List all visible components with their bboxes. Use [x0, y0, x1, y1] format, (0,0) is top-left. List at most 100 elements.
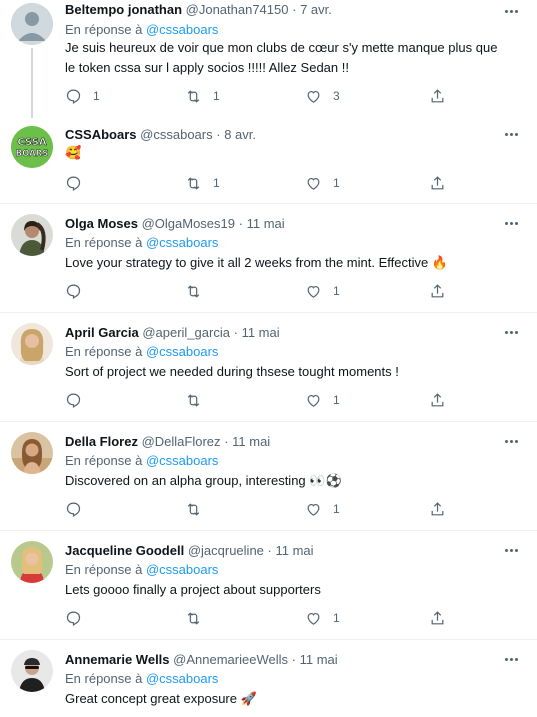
retweet-button[interactable]: [185, 282, 213, 300]
reply-icon: [66, 502, 81, 517]
like-count: 1: [333, 611, 340, 625]
reply-button[interactable]: 1: [65, 87, 100, 105]
retweet-button[interactable]: [185, 609, 213, 627]
separator-dot: ·: [233, 325, 238, 340]
retweet-count: 1: [213, 176, 220, 190]
display-name[interactable]: April Garcia: [65, 325, 139, 340]
like-button[interactable]: 1: [305, 609, 340, 627]
display-name[interactable]: Annemarie Wells: [65, 652, 170, 667]
tweet-text: 🥰: [65, 145, 82, 160]
tweet[interactable]: Della Florez @DellaFlorez · 11 mai En ré…: [0, 422, 537, 531]
timestamp[interactable]: 8 avr.: [224, 127, 256, 142]
timestamp[interactable]: 7 avr.: [300, 2, 332, 17]
more-options-icon[interactable]: [503, 215, 519, 231]
user-handle[interactable]: @Jonathan74150: [186, 2, 289, 17]
action-bar: 1: [65, 500, 455, 518]
tweet[interactable]: Olga Moses @OlgaMoses19 · 11 mai En répo…: [0, 204, 537, 313]
tweet[interactable]: Annemarie Wells @AnnemarieeWells · 11 ma…: [0, 640, 537, 717]
mention-link[interactable]: @cssaboars: [146, 562, 218, 577]
tweet[interactable]: Jacqueline Goodell @jacqrueline · 11 mai…: [0, 531, 537, 640]
more-options-icon[interactable]: [503, 126, 519, 142]
avatar[interactable]: [11, 3, 53, 45]
share-button[interactable]: [429, 174, 446, 192]
thread-line: [31, 48, 33, 118]
timestamp[interactable]: 11 mai: [300, 652, 338, 667]
timestamp[interactable]: 11 mai: [276, 543, 314, 558]
mention-link[interactable]: @cssaboars: [146, 344, 218, 359]
display-name[interactable]: Della Florez: [65, 434, 138, 449]
share-icon: [431, 283, 444, 297]
retweet-icon: [187, 284, 200, 298]
action-bar: 1 1 3: [65, 87, 455, 105]
like-count: 1: [333, 284, 340, 298]
tweet-header: Beltempo jonathan @Jonathan74150 · 7 avr…: [65, 2, 332, 18]
display-name[interactable]: Olga Moses: [65, 216, 138, 231]
reply-button[interactable]: [65, 500, 93, 518]
display-name[interactable]: Beltempo jonathan: [65, 2, 182, 17]
like-button[interactable]: 1: [305, 391, 340, 409]
more-options-icon[interactable]: [503, 542, 519, 558]
tweet[interactable]: CSSA BOARS CSSAboars @cssaboars · 8 avr.…: [0, 116, 537, 204]
reply-prefix: En réponse à: [65, 235, 143, 250]
like-button[interactable]: 1: [305, 500, 340, 518]
separator-dot: ·: [224, 434, 229, 449]
more-options-icon[interactable]: [503, 433, 519, 449]
avatar[interactable]: CSSA BOARS: [11, 126, 53, 168]
user-photo-icon: [11, 214, 53, 256]
user-photo-icon: [11, 650, 53, 692]
retweet-button[interactable]: [185, 391, 213, 409]
action-bar: 1: [65, 391, 455, 409]
share-button[interactable]: [429, 282, 446, 300]
more-options-icon[interactable]: [503, 3, 519, 19]
tweet-header: Jacqueline Goodell @jacqrueline · 11 mai: [65, 543, 314, 559]
share-button[interactable]: [429, 500, 446, 518]
avatar[interactable]: [11, 432, 53, 474]
retweet-button[interactable]: 1: [185, 174, 220, 192]
reply-prefix: En réponse à: [65, 671, 143, 686]
like-button[interactable]: 1: [305, 174, 340, 192]
like-button[interactable]: 1: [305, 282, 340, 300]
retweet-button[interactable]: 1: [185, 87, 220, 105]
share-icon: [431, 392, 444, 406]
tweet-header: Olga Moses @OlgaMoses19 · 11 mai: [65, 216, 285, 232]
avatar[interactable]: [11, 541, 53, 583]
timestamp[interactable]: 11 mai: [247, 216, 285, 231]
tweet[interactable]: April Garcia @aperil_garcia · 11 mai En …: [0, 313, 537, 422]
reply-button[interactable]: [65, 282, 93, 300]
heart-icon: [307, 503, 320, 516]
mention-link[interactable]: @cssaboars: [146, 235, 218, 250]
retweet-button[interactable]: [185, 500, 213, 518]
reply-button[interactable]: [65, 609, 93, 627]
avatar[interactable]: [11, 323, 53, 365]
display-name[interactable]: Jacqueline Goodell: [65, 543, 184, 558]
mention-link[interactable]: @cssaboars: [146, 453, 218, 468]
like-button[interactable]: 3: [305, 87, 340, 105]
user-handle[interactable]: @aperil_garcia: [142, 325, 230, 340]
more-options-icon[interactable]: [503, 324, 519, 340]
reply-button[interactable]: [65, 174, 93, 192]
user-handle[interactable]: @DellaFlorez: [142, 434, 221, 449]
tweet-text: Je suis heureux de voir que mon clubs de…: [65, 40, 498, 75]
share-button[interactable]: [429, 391, 446, 409]
user-handle[interactable]: @AnnemarieeWells: [173, 652, 288, 667]
mention-link[interactable]: @cssaboars: [146, 671, 218, 686]
reply-button[interactable]: [65, 391, 93, 409]
retweet-icon: [187, 89, 200, 103]
reply-icon: [66, 89, 81, 104]
display-name[interactable]: CSSAboars: [65, 127, 137, 142]
share-button[interactable]: [429, 87, 446, 105]
svg-text:CSSA: CSSA: [17, 137, 46, 148]
heart-icon: [307, 90, 320, 103]
tweet[interactable]: Beltempo jonathan @Jonathan74150 · 7 avr…: [0, 0, 537, 118]
avatar[interactable]: [11, 650, 53, 692]
timestamp[interactable]: 11 mai: [232, 434, 270, 449]
avatar[interactable]: [11, 214, 53, 256]
more-options-icon[interactable]: [503, 651, 519, 667]
user-handle[interactable]: @cssaboars: [140, 127, 212, 142]
user-handle[interactable]: @jacqrueline: [188, 543, 264, 558]
timestamp[interactable]: 11 mai: [242, 325, 280, 340]
share-button[interactable]: [429, 609, 446, 627]
user-handle[interactable]: @OlgaMoses19: [142, 216, 235, 231]
separator-dot: ·: [267, 543, 272, 558]
mention-link[interactable]: @cssaboars: [146, 22, 218, 37]
